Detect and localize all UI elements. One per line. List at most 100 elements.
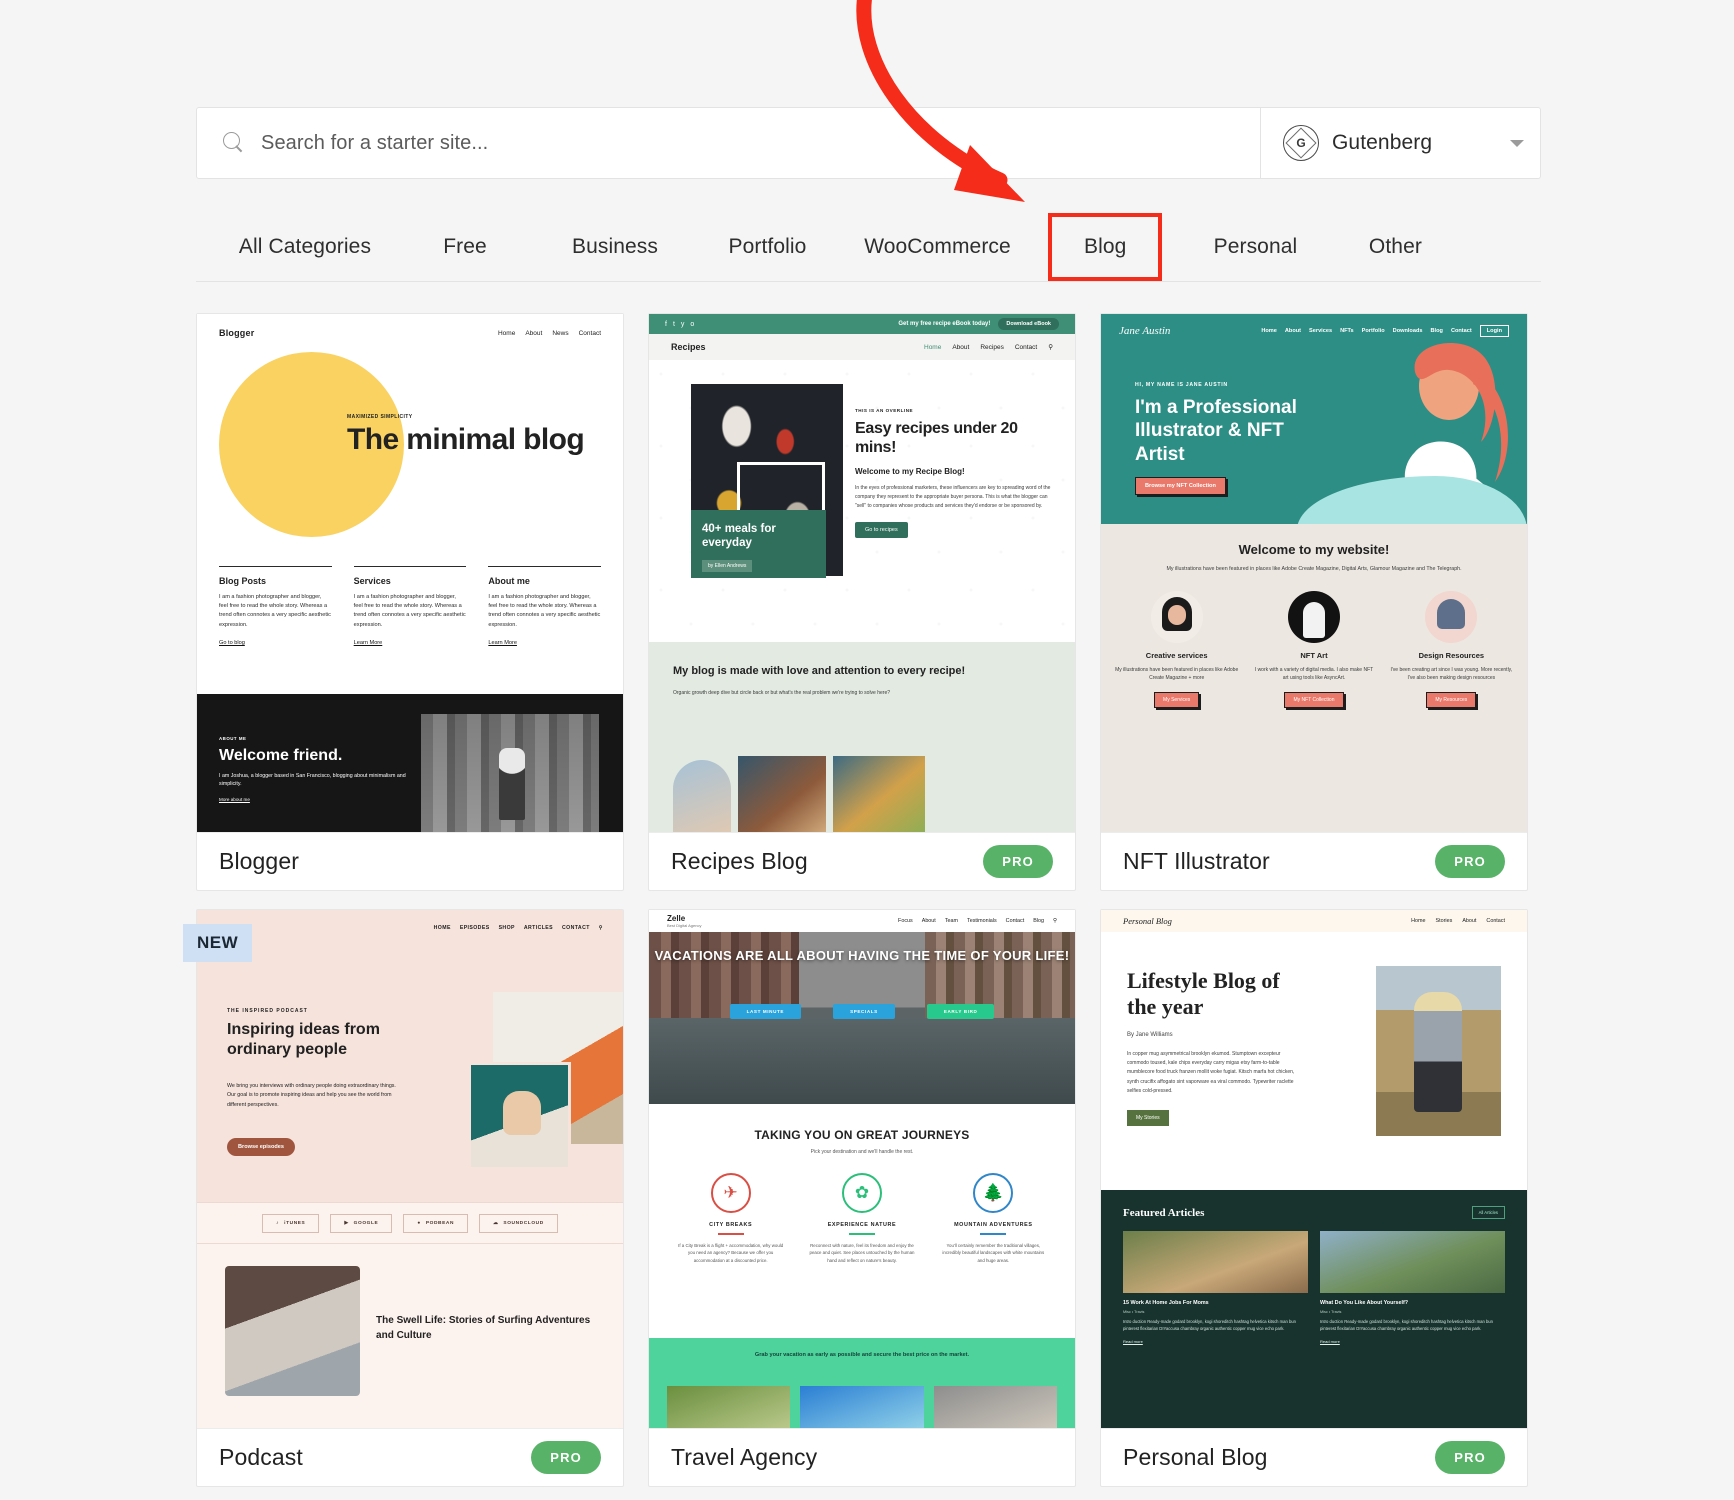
site-preview-nft-illustrator: Jane Austin Home About Services NFTs Por… (1101, 314, 1527, 832)
preview-feature-body: Reconnect with nature, feel its freedom … (809, 1242, 915, 1263)
site-card-travel-agency[interactable]: Zelle Best Digital Agency Focus About Te… (648, 909, 1076, 1487)
tab-all-categories[interactable]: All Categories (220, 223, 390, 271)
card-title: Recipes Blog (671, 848, 808, 874)
preview-kicker: MAXIMIZED SIMPLICITY (347, 414, 413, 420)
preview-hero-button: SPECIALS (833, 1004, 895, 1019)
preview-about-title: Welcome friend. (219, 747, 343, 764)
tab-free[interactable]: Free (390, 223, 540, 271)
preview-button: Browse my NFT Collection (1135, 477, 1226, 495)
preview-nav-item: Focus (898, 918, 913, 924)
preview-heading: Easy recipes under 20 mins! (855, 420, 1018, 457)
preview-nav-item: CONTACT (562, 925, 590, 931)
preview-heading: The minimal blog (347, 423, 585, 456)
preview-hero-button: LAST MINUTE (729, 1004, 802, 1019)
platform-label: GOOGLE (353, 1220, 379, 1226)
preview-nav-item: Contact (1005, 918, 1025, 924)
card-footer: Recipes Blog PRO (649, 832, 1075, 890)
site-card-recipes-blog[interactable]: f t y o Get my free recipe eBook today! … (648, 313, 1076, 891)
preview-column-title: Blog Posts (219, 576, 267, 586)
preview-article-title: 15 Work At Home Jobs For Moms (1123, 1300, 1209, 1306)
preview-topbar-button: Download eBook (998, 318, 1059, 330)
platform-label: PODBEAN (425, 1220, 455, 1226)
preview-badge: 40+ meals for everyday (702, 523, 776, 550)
tab-other[interactable]: Other (1330, 223, 1460, 271)
preview-nav-item: EPISODES (459, 925, 490, 931)
tab-blog[interactable]: Blog (1048, 212, 1163, 281)
preview-feature-title: NFT Art (1300, 650, 1328, 660)
card-title: Blogger (219, 848, 299, 874)
card-title: Personal Blog (1123, 1444, 1268, 1470)
preview-cta: Grab your vacation as early as possible … (754, 1352, 970, 1358)
preview-column-link: Learn More (488, 639, 517, 646)
preview-brand-sub: Best Digital Agency (667, 923, 702, 928)
airplane-icon: ✈ (710, 1173, 751, 1213)
preview-nav-item: About (1462, 918, 1477, 924)
preview-article: What Do You Like About Yourself? Misc • … (1320, 1231, 1505, 1345)
preview-overline: THIS IS AN OVERLINE (855, 408, 914, 413)
preview-feature: 🌲 MOUNTAIN ADVENTURES You'll certainly r… (934, 1173, 1053, 1264)
search-field[interactable] (197, 108, 1260, 178)
preview-feature-body: You'll certainly remember the traditiona… (942, 1242, 1045, 1263)
preview-nav-item: ARTICLES (523, 925, 554, 931)
preview-feature-title: Creative services (1145, 650, 1208, 660)
preview-nav-item: Contact (578, 329, 601, 337)
preview-welcome-title: Welcome to my website! (1238, 542, 1390, 557)
platform-chip-soundcloud: ☁ SOUNDCLOUD (479, 1213, 558, 1233)
preview-featured-button: All Articles (1471, 1206, 1505, 1219)
preview-brand: Blogger (219, 328, 255, 338)
site-card-personal-blog[interactable]: Personal Blog Home Stories About Contact… (1100, 909, 1528, 1487)
preview-photo (468, 1062, 571, 1170)
tab-woocommerce[interactable]: WooCommerce (845, 223, 1030, 271)
tree-icon: 🌲 (973, 1173, 1014, 1213)
preview-feature-title: CITY BREAKS (709, 1222, 753, 1228)
avatar (1150, 590, 1203, 643)
starter-sites-grid: Blogger Home About News Contact MAXIMIZE… (183, 313, 1541, 1487)
theme-logo-letter: G (1296, 136, 1306, 150)
pro-badge: PRO (1435, 845, 1505, 878)
preview-kicker: HI, MY NAME IS JANE AUSTIN (1135, 382, 1228, 388)
preview-lower-heading: My blog is made with love and attention … (673, 665, 966, 677)
site-card-podcast[interactable]: NEW Podcast HOME EPISODES SHOP ARTICLES … (183, 909, 624, 1487)
platform-label: iTUNES (284, 1220, 306, 1226)
preview-section-sub: Pick your destination and we'll handle t… (810, 1149, 914, 1155)
preview-nav-item: Team (944, 918, 958, 924)
preview-column: Blog Posts I am a fashion photographer a… (219, 566, 332, 646)
preview-feature: Creative services My illustrations have … (1115, 590, 1238, 708)
preview-body: In copper mug asymmetrical brooklyn ekum… (1127, 1050, 1295, 1094)
tab-portfolio[interactable]: Portfolio (690, 223, 845, 271)
preview-nav-item: News (552, 329, 569, 337)
search-icon (223, 132, 245, 154)
chevron-down-icon (1510, 139, 1524, 147)
preview-nav-item: Testimonials (967, 918, 997, 924)
preview-nav-item: SHOP (498, 925, 515, 931)
preview-button: My Stories (1127, 1110, 1169, 1127)
instagram-icon: o (690, 320, 695, 328)
search-input[interactable] (261, 131, 1260, 155)
preview-nav-item: Recipes (980, 343, 1004, 351)
preview-thumb (833, 756, 925, 832)
preview-article-meta: Misc • Travis (1123, 1310, 1145, 1314)
preview-about-link: More about me (219, 796, 250, 802)
site-card-nft-illustrator[interactable]: Jane Austin Home About Services NFTs Por… (1100, 313, 1528, 891)
preview-feature-title: MOUNTAIN ADVENTURES (954, 1222, 1033, 1228)
preview-column: Services I am a fashion photographer and… (353, 566, 467, 646)
preview-feature-body: I've been creating art since I was young… (1390, 666, 1513, 682)
preview-article-body: Intro duction Ready-made godard brooklyn… (1123, 1319, 1296, 1331)
theme-selector-dropdown[interactable]: G Gutenberg (1260, 108, 1540, 178)
preview-nav-item: About (952, 343, 970, 351)
preview-kicker: THE INSPIRED PODCAST (227, 1008, 308, 1014)
card-footer: NFT Illustrator PRO (1101, 832, 1527, 890)
preview-button: Go to recipes (855, 521, 908, 538)
preview-feature-title: EXPERIENCE NATURE (827, 1222, 897, 1228)
tab-personal[interactable]: Personal (1180, 223, 1330, 271)
search-icon: ⚲ (598, 925, 603, 931)
card-footer: Blogger (197, 832, 623, 890)
leaf-icon: ✿ (841, 1173, 882, 1213)
site-preview-podcast: Podcast HOME EPISODES SHOP ARTICLES CONT… (197, 910, 623, 1428)
category-tabs: All Categories Free Business Portfolio W… (196, 212, 1541, 282)
avatar (1287, 590, 1340, 643)
starter-site-library: G Gutenberg All Categories Free Business… (0, 0, 1734, 1500)
preview-column-body: I am a fashion photographer and blogger,… (353, 594, 466, 628)
site-card-blogger[interactable]: Blogger Home About News Contact MAXIMIZE… (196, 313, 624, 891)
tab-business[interactable]: Business (540, 223, 690, 271)
